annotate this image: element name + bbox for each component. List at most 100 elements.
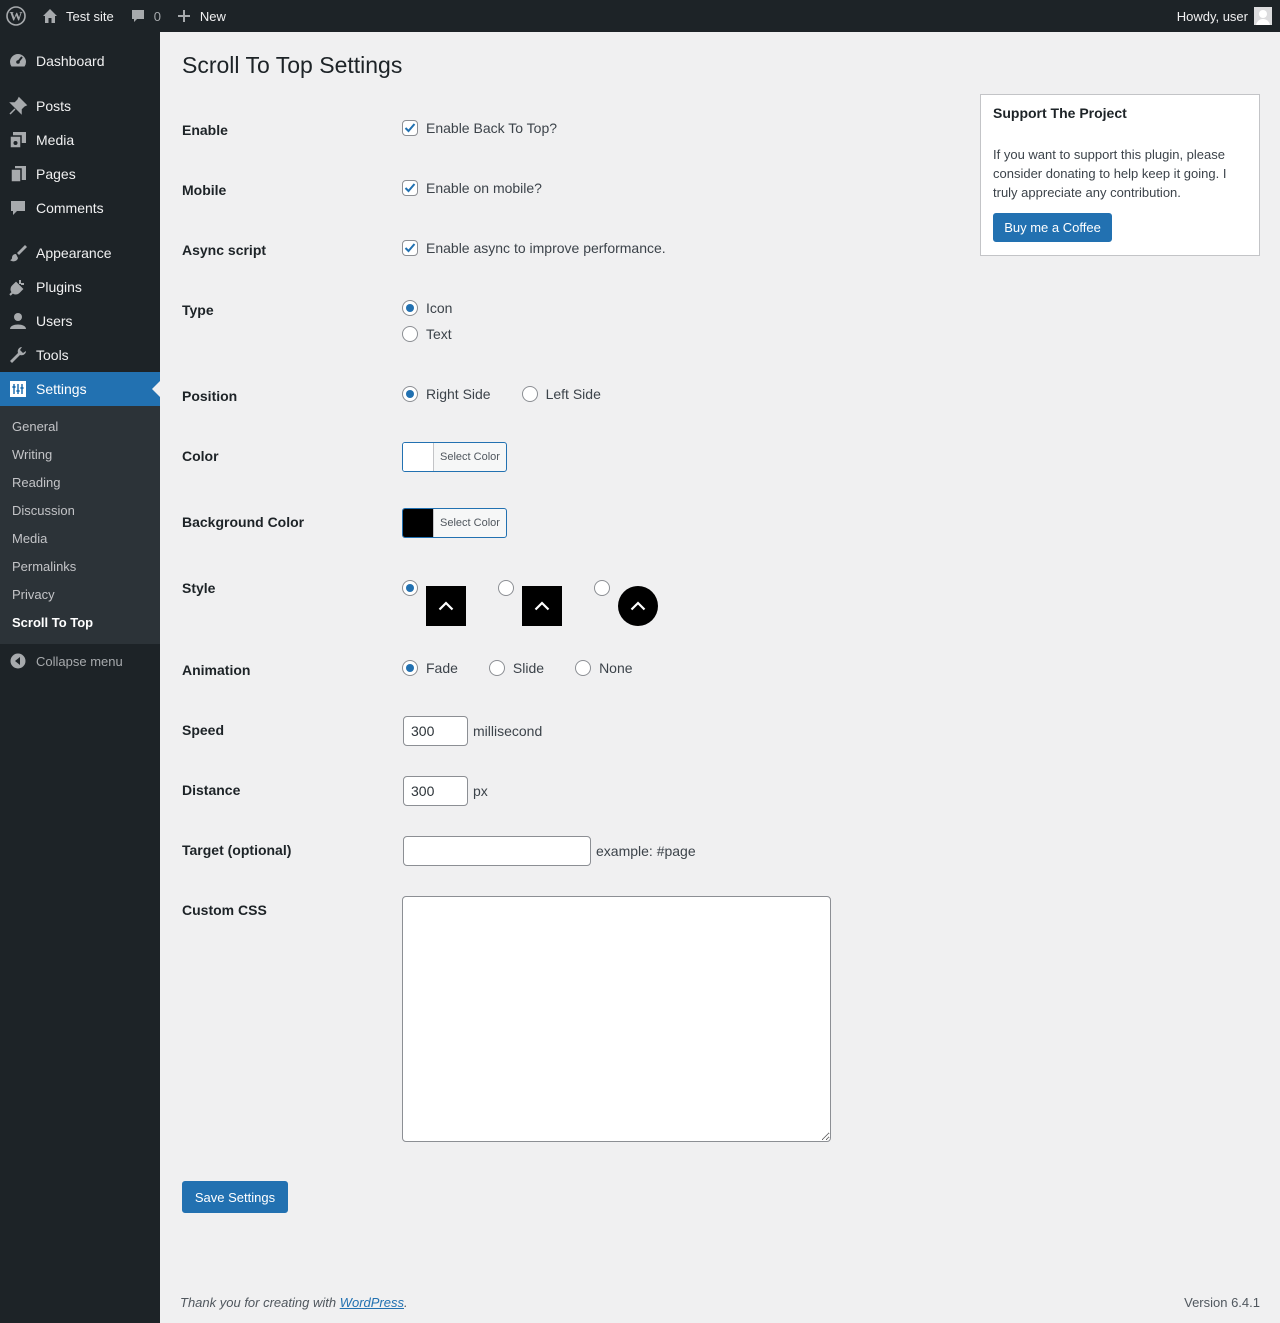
distance-field: px: [403, 776, 488, 806]
new-content-link[interactable]: New: [169, 0, 234, 32]
save-settings-button[interactable]: Save Settings: [182, 1181, 288, 1213]
mobile-checkbox[interactable]: [402, 180, 418, 196]
distance-unit: px: [473, 783, 488, 799]
menu-item-dashboard[interactable]: Dashboard: [0, 44, 160, 78]
animation-field: Fade Slide None: [402, 660, 633, 676]
target-input[interactable]: [403, 836, 591, 866]
svg-text:W: W: [10, 9, 23, 24]
support-title: Support The Project: [993, 105, 1127, 121]
type-icon-radio[interactable]: [402, 300, 418, 316]
target-field: example: #page: [403, 836, 696, 866]
menu-label: Pages: [36, 166, 76, 182]
wordpress-logo-icon: W: [6, 6, 26, 26]
settings-sliders-icon: [10, 381, 26, 397]
site-name-link[interactable]: Test site: [34, 0, 122, 32]
page-title: Scroll To Top Settings: [182, 52, 403, 78]
support-text: If you want to support this plugin, plea…: [993, 147, 1227, 200]
type-label: Type: [182, 302, 214, 318]
position-left-radio[interactable]: [521, 386, 538, 402]
plug-icon: [9, 280, 24, 296]
pages-icon: [10, 166, 26, 183]
enable-checkbox-label: Enable Back To Top?: [426, 120, 558, 136]
wordpress-link[interactable]: WordPress: [340, 1295, 404, 1310]
position-field: Right Side Left Side: [402, 386, 601, 402]
animation-slide-radio[interactable]: [488, 660, 505, 676]
color-picker-button[interactable]: Select Color: [402, 442, 507, 472]
style-round-radio[interactable]: [594, 580, 610, 596]
enable-checkbox[interactable]: [402, 120, 418, 136]
menu-item-users[interactable]: Users: [0, 304, 160, 338]
menu-item-plugins[interactable]: Plugins: [0, 270, 160, 304]
style-round-preview: [618, 586, 658, 626]
chevron-up-icon: [438, 601, 454, 611]
speed-input[interactable]: [403, 716, 468, 746]
background-color-swatch: [403, 509, 434, 537]
background-color-field: Select Color: [402, 508, 507, 538]
menu-label: Dashboard: [36, 53, 105, 69]
animation-fade-radio[interactable]: [402, 660, 418, 676]
my-account-menu[interactable]: Howdy, user: [1169, 0, 1280, 32]
submenu-item-reading[interactable]: Reading: [12, 475, 60, 490]
new-label: New: [199, 8, 226, 24]
menu-item-tools[interactable]: Tools: [0, 338, 160, 372]
collapse-menu-button[interactable]: Collapse menu: [0, 644, 160, 678]
menu-label: Users: [36, 313, 73, 329]
speed-label: Speed: [182, 722, 225, 738]
menu-item-comments[interactable]: Comments: [0, 191, 160, 225]
submenu-item-permalinks[interactable]: Permalinks: [12, 559, 76, 574]
submenu-item-media[interactable]: Media: [12, 531, 47, 546]
animation-option-slide: Slide: [488, 660, 545, 676]
submenu-item-writing[interactable]: Writing: [12, 447, 52, 462]
async-checkbox[interactable]: [402, 240, 418, 256]
menu-item-settings[interactable]: Settings: [0, 372, 160, 406]
background-color-picker-button[interactable]: Select Color: [402, 508, 507, 538]
custom-css-textarea[interactable]: [402, 896, 831, 1142]
chevron-up-icon: [630, 601, 646, 611]
site-name: Test site: [66, 8, 114, 24]
submenu-item-scroll-to-top[interactable]: Scroll To Top: [12, 615, 93, 630]
avatar: [1254, 7, 1272, 25]
color-field: Select Color: [402, 442, 507, 472]
style-square-preview: [426, 586, 466, 626]
type-icon-label: Icon: [426, 300, 453, 316]
color-swatch: [403, 443, 434, 471]
position-option-left: Left Side: [521, 386, 601, 402]
footer-version: Version 6.4.1: [1184, 1295, 1260, 1310]
menu-label: Comments: [36, 200, 104, 216]
mobile-label: Mobile: [182, 182, 227, 198]
home-icon: [43, 9, 57, 23]
style-square-alt-radio[interactable]: [498, 580, 514, 596]
menu-item-appearance[interactable]: Appearance: [0, 236, 160, 270]
style-square-alt-preview: [522, 586, 562, 626]
menu-item-posts[interactable]: Posts: [0, 89, 160, 123]
select-color-label: Select Color: [440, 451, 500, 463]
animation-slide-label: Slide: [512, 660, 545, 676]
comments-link[interactable]: 0: [122, 0, 169, 32]
animation-option-fade: Fade: [402, 660, 458, 676]
submenu-item-general[interactable]: General: [12, 419, 58, 434]
submenu-item-discussion[interactable]: Discussion: [12, 503, 75, 518]
menu-label: Media: [36, 132, 75, 148]
style-field: [402, 580, 658, 626]
settings-submenu: General Writing Reading Discussion Media…: [0, 406, 160, 644]
position-right-radio[interactable]: [402, 386, 418, 402]
menu-item-media[interactable]: Media: [0, 123, 160, 157]
submenu-item-privacy[interactable]: Privacy: [12, 587, 55, 602]
style-option-round: [594, 580, 658, 626]
wrench-icon: [10, 347, 26, 363]
menu-label: Plugins: [36, 279, 82, 295]
animation-none-radio[interactable]: [575, 660, 592, 676]
chevron-up-icon: [534, 601, 550, 611]
menu-item-pages[interactable]: Pages: [0, 157, 160, 191]
type-text-radio[interactable]: [402, 326, 418, 342]
distance-input[interactable]: [403, 776, 468, 806]
type-text-label: Text: [426, 326, 452, 342]
style-square-radio[interactable]: [402, 580, 418, 596]
checkmark-icon: [404, 123, 416, 133]
user-icon: [10, 313, 26, 329]
checkmark-icon: [404, 243, 416, 253]
enable-field: Enable Back To Top?: [402, 120, 557, 136]
buy-me-a-coffee-button[interactable]: Buy me a Coffee: [993, 213, 1112, 242]
menu-label: Posts: [36, 98, 72, 114]
wordpress-logo-button[interactable]: W: [0, 0, 34, 32]
